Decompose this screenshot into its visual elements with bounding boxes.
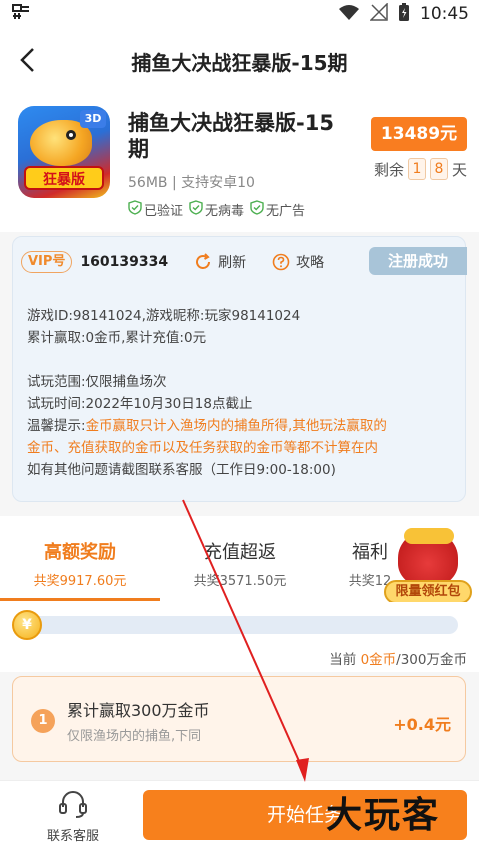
tab-high-reward[interactable]: 高额奖励 共奖9917.60元 [0, 538, 160, 589]
remaining-days: 剩余 1 8 天 [374, 158, 467, 180]
question-icon [272, 253, 290, 271]
tab-sub: 共奖9917.60元 [33, 574, 127, 589]
tab-sub: 共奖3571.50元 [193, 574, 287, 589]
app-icon: 3D 狂暴版 [18, 106, 110, 198]
contact-line: 如有其他问题请截图联系客服（工作日9:00-18:00) [27, 462, 336, 478]
no-signal-icon [369, 1, 388, 26]
vip-badge: VIP号 [21, 251, 73, 273]
game-id-line: 游戏ID:98141024,游戏昵称:玩家98141024 [27, 308, 301, 324]
product-meta: 56MB | 支持安卓10 [128, 175, 255, 191]
wifi-icon [338, 3, 360, 26]
progress-prefix: 当前 [329, 652, 361, 668]
refresh-label: 刷新 [218, 255, 247, 271]
register-status-badge: 注册成功 [369, 247, 467, 275]
trial-time-line: 试玩时间:2022年10月30日18点截止 [27, 396, 253, 412]
red-packet-button[interactable]: 限量领红包 [384, 528, 472, 606]
customer-service-label: 联系客服 [46, 829, 99, 844]
watermark: 大玩客 [326, 794, 441, 836]
red-packet-label: 限量领红包 [384, 580, 472, 604]
remain-suffix: 天 [452, 160, 468, 179]
progress-text: 当前 0金币/300万金币 [329, 648, 467, 668]
account-details: 游戏ID:98141024,游戏昵称:玩家98141024 累计赢取:0金币,累… [27, 305, 459, 481]
status-bar: 10:45 [0, 0, 479, 28]
task-reward: +0.4元 [393, 715, 451, 734]
shield-check-icon [128, 200, 142, 219]
battery-icon [398, 2, 410, 27]
title-bar: 捕鱼大决战狂暴版-15期 [0, 28, 479, 94]
trial-scope-line: 试玩范围:仅限捕鱼场次 [27, 374, 167, 390]
no-virus-label: 无病毒 [205, 204, 245, 219]
tip-body-2: 金币、充值获取的金币以及任务获取的金币等都不计算在内 [27, 440, 378, 456]
product-name: 捕鱼大决战狂暴版-15期 [128, 111, 334, 161]
task-number: 1 [31, 709, 55, 733]
progress-suffix: /300万金币 [396, 652, 467, 668]
tab-label: 高额奖励 [44, 542, 116, 563]
shield-check-icon [250, 200, 264, 219]
product-card: 3D 狂暴版 捕鱼大决战狂暴版-15期 56MB | 支持安卓10 已验证 无病… [0, 94, 479, 232]
tab-recharge-rebate[interactable]: 充值超返 共奖3571.50元 [160, 538, 320, 589]
totals-line: 累计赢取:0金币,累计充值:0元 [27, 330, 207, 346]
progress-current: 0金币 [360, 652, 397, 668]
tip-prefix: 温馨提示: [27, 418, 86, 434]
tab-label: 充值超返 [204, 542, 276, 563]
icon-banner: 狂暴版 [24, 166, 104, 190]
refresh-button[interactable]: 刷新 [194, 252, 246, 272]
guide-label: 攻略 [296, 255, 325, 271]
active-tab-indicator [0, 598, 160, 601]
task-title: 累计赢取300万金币 [67, 701, 210, 720]
page-title: 捕鱼大决战狂暴版-15期 [131, 50, 348, 75]
task-card: 1 累计赢取300万金币 仅限渔场内的捕鱼,下同 +0.4元 [12, 676, 466, 762]
clock: 10:45 [420, 4, 469, 24]
task-subtitle: 仅限渔场内的捕鱼,下同 [67, 729, 202, 744]
remain-digit: 1 [408, 158, 427, 180]
customer-service-button[interactable]: 联系客服 [38, 789, 108, 844]
headset-icon [59, 791, 87, 818]
guide-button[interactable]: 攻略 [272, 252, 324, 272]
tip-line: 温馨提示:金币赢取只计入渔场内的捕鱼所得,其他玩法赢取的 [27, 415, 459, 437]
back-button[interactable] [12, 44, 42, 76]
badge-3d: 3D [80, 110, 106, 128]
tip-body: 金币赢取只计入渔场内的捕鱼所得,其他玩法赢取的 [85, 418, 387, 434]
chevron-left-icon [20, 48, 34, 72]
progress-section: ¥ 当前 0金币/300万金币 [0, 602, 479, 672]
remain-digit: 8 [430, 158, 449, 180]
coin-icon: ¥ [12, 610, 42, 640]
remain-prefix: 剩余 [374, 160, 405, 179]
vip-id: 160139334 [80, 254, 169, 270]
shield-check-icon [189, 200, 203, 219]
price-badge: 13489元 [371, 117, 467, 151]
verification-row: 已验证 无病毒 无广告 [128, 200, 305, 219]
sim-icon [10, 3, 40, 26]
account-info-card: VIP号 160139334 刷新 攻略 注册成功 游戏ID:98141024,… [12, 236, 467, 502]
no-ads-label: 无广告 [266, 204, 306, 219]
verified-label: 已验证 [144, 204, 184, 219]
progress-bar [18, 616, 458, 634]
refresh-icon [196, 253, 211, 269]
